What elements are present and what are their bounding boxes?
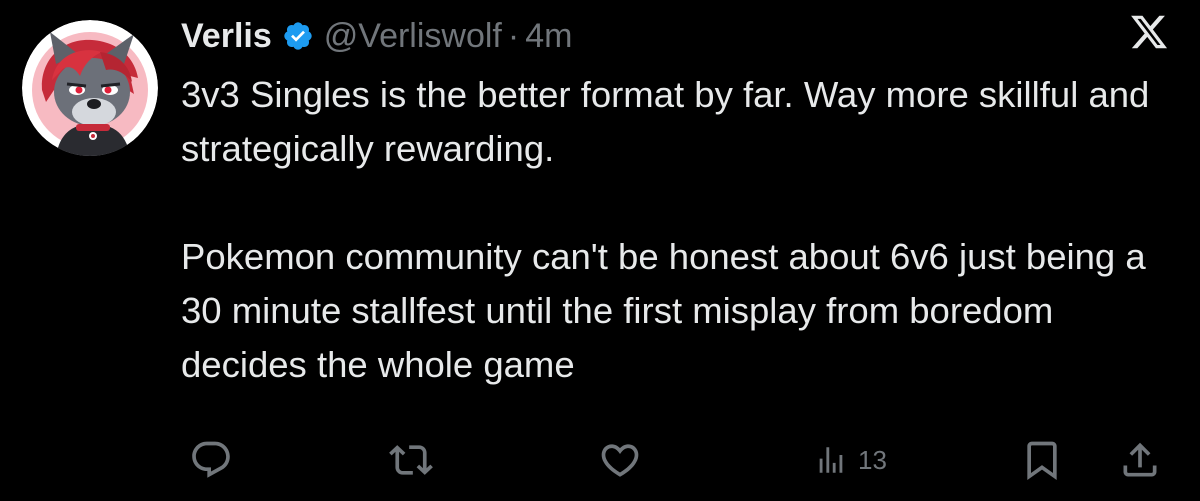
like-button[interactable] [598, 432, 642, 488]
bookmark-icon [1027, 441, 1057, 481]
reply-icon [192, 441, 230, 478]
display-name[interactable]: Verlis [181, 17, 272, 56]
share-icon [1123, 442, 1157, 477]
bookmark-button[interactable] [1020, 432, 1064, 488]
reply-button[interactable] [189, 432, 233, 488]
views-button[interactable]: 13 [814, 432, 887, 488]
tweet-header: Verlis @Verliswolf · 4m [181, 10, 572, 62]
tweet-text: 3v3 Singles is the better format by far.… [181, 68, 1181, 392]
timestamp[interactable]: 4m [525, 17, 572, 56]
views-icon [819, 447, 843, 473]
user-handle[interactable]: @Verliswolf [324, 17, 502, 56]
like-icon [601, 444, 639, 477]
action-bar: 13 [0, 432, 1200, 488]
tweet-paragraph: Pokemon community can't be honest about … [181, 236, 1146, 385]
wolf-avatar-icon [22, 20, 158, 156]
repost-button[interactable] [389, 432, 433, 488]
tweet-paragraph: 3v3 Singles is the better format by far.… [181, 74, 1150, 169]
x-logo-icon [1128, 12, 1170, 57]
share-button[interactable] [1118, 432, 1162, 488]
repost-icon [389, 445, 433, 475]
separator-dot: · [507, 16, 520, 55]
views-count: 13 [858, 444, 887, 475]
verified-badge-icon [282, 20, 314, 52]
avatar[interactable] [22, 20, 158, 156]
